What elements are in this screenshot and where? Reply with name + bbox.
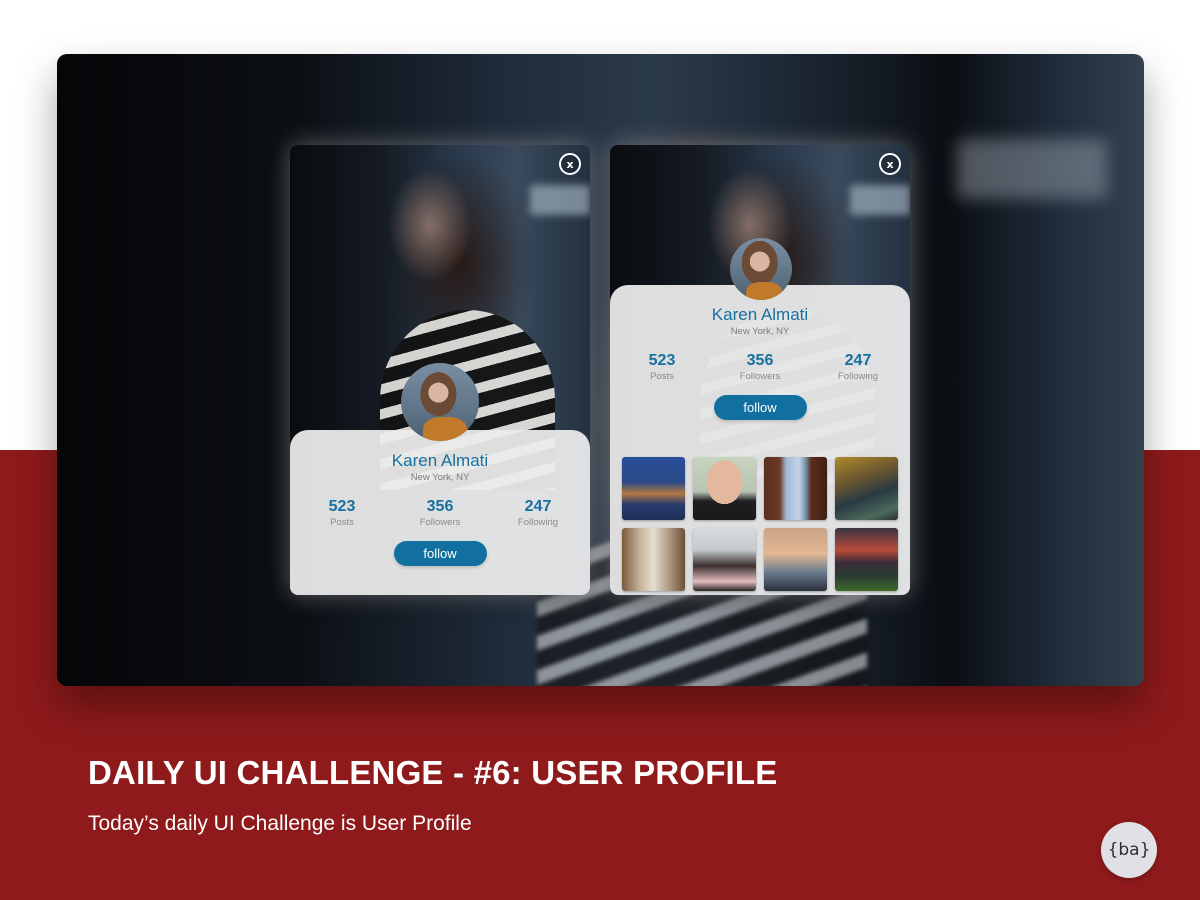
stat-value: 247 [524, 498, 552, 515]
stat-posts[interactable]: 523 Posts [302, 498, 382, 528]
stat-label: Posts [330, 517, 354, 528]
stat-label: Posts [650, 371, 674, 382]
stat-label: Followers [419, 517, 461, 528]
gallery-photo-friends[interactable] [693, 528, 756, 591]
profile-info-panel: Karen Almati New York, NY 523 Posts 356 … [290, 430, 590, 595]
cover-light [530, 185, 590, 215]
photo-gallery [622, 457, 898, 591]
follow-button[interactable]: follow [393, 541, 487, 566]
stat-posts[interactable]: 523 Posts [622, 352, 702, 382]
gallery-photo-stadium[interactable] [835, 528, 898, 591]
gallery-photo-man-portrait[interactable] [693, 457, 756, 520]
profile-stats: 523 Posts 356 Followers 247 Following [610, 352, 910, 382]
stat-value: 523 [328, 498, 356, 515]
close-button[interactable]: x [559, 153, 581, 175]
slide-headline: DAILY UI CHALLENGE - #6: USER PROFILE [88, 754, 778, 791]
follow-button[interactable]: follow [713, 395, 807, 420]
profile-name: Karen Almati [391, 451, 489, 470]
gallery-photo-street[interactable] [622, 528, 685, 591]
stat-following[interactable]: 247 Following [498, 498, 578, 528]
stat-following[interactable]: 247 Following [818, 352, 898, 382]
stat-followers[interactable]: 356 Followers [400, 498, 480, 528]
stat-value: 247 [844, 352, 872, 369]
gallery-photo-coastal-village[interactable] [622, 457, 685, 520]
hero-photo-frame: x Karen Almati New York, NY 523 Posts 35… [57, 54, 1144, 686]
stat-label: Following [837, 371, 879, 382]
logo-text: {ba} [1107, 840, 1151, 860]
stat-label: Followers [739, 371, 781, 382]
stat-value: 523 [648, 352, 676, 369]
background-light [957, 139, 1107, 199]
gallery-photo-market[interactable] [835, 457, 898, 520]
profile-name: Karen Almati [711, 305, 809, 324]
brand-logo: {ba} [1101, 822, 1157, 878]
cover-light [850, 185, 910, 215]
profile-location: New York, NY [730, 326, 790, 337]
close-icon: x [566, 157, 574, 171]
gallery-photo-bridge[interactable] [764, 457, 827, 520]
avatar[interactable] [730, 238, 792, 300]
profile-card-expanded: x Karen Almati New York, NY 523 Posts 35… [610, 145, 910, 595]
stat-value: 356 [426, 498, 454, 515]
profile-card-compact: x Karen Almati New York, NY 523 Posts 35… [290, 145, 590, 595]
stat-label: Following [517, 517, 559, 528]
profile-location: New York, NY [410, 472, 470, 483]
stat-followers[interactable]: 356 Followers [720, 352, 800, 382]
avatar[interactable] [401, 363, 479, 441]
stat-value: 356 [746, 352, 774, 369]
slide-subtitle: Today’s daily UI Challenge is User Profi… [88, 812, 472, 835]
close-icon: x [886, 157, 894, 171]
profile-stats: 523 Posts 356 Followers 247 Following [290, 498, 590, 528]
close-button[interactable]: x [879, 153, 901, 175]
gallery-photo-lifeguard-tower[interactable] [764, 528, 827, 591]
profile-info-panel: Karen Almati New York, NY 523 Posts 356 … [610, 285, 910, 595]
